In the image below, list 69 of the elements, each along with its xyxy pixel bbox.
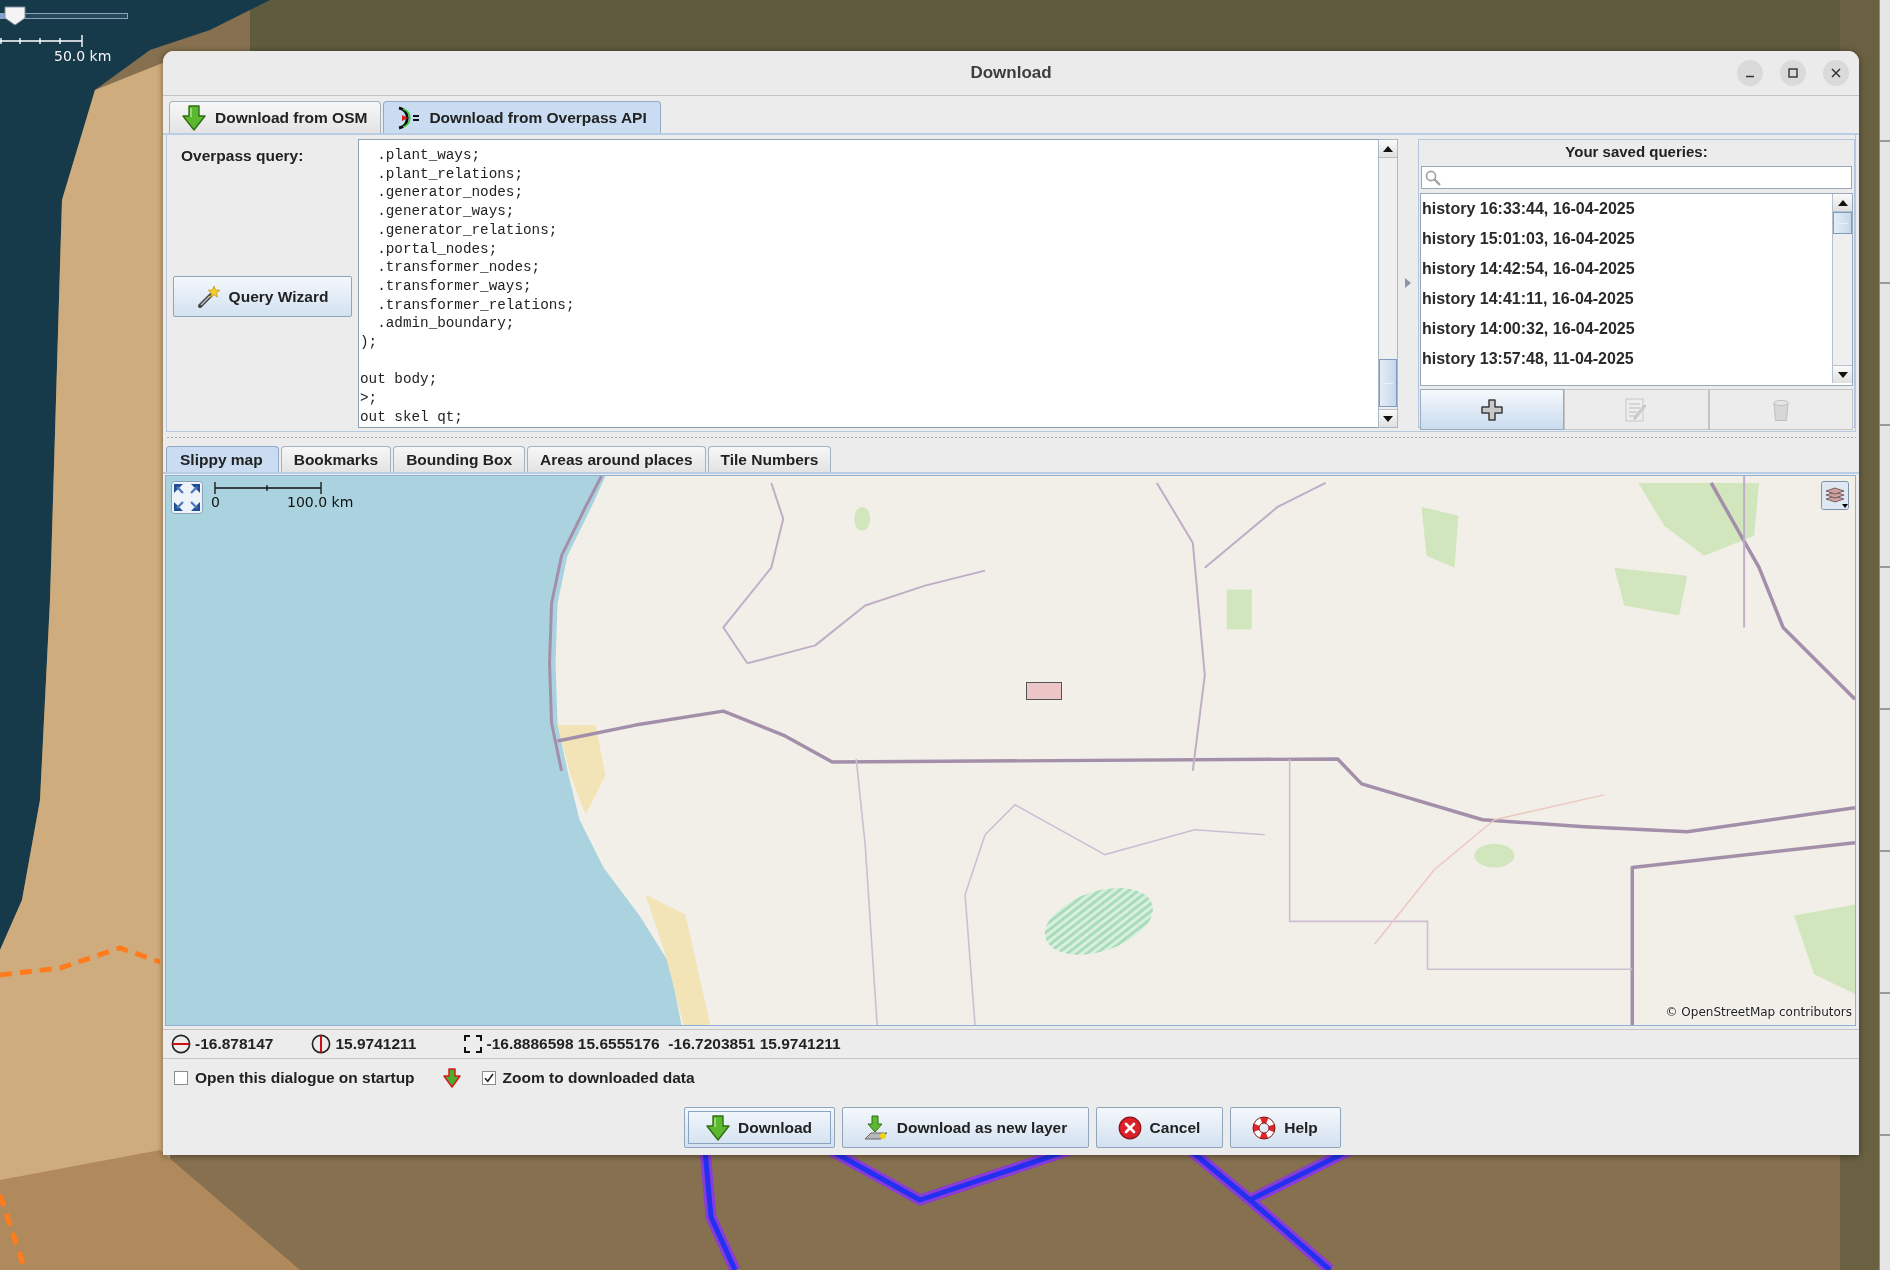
checkbox-label[interactable]: Zoom to downloaded data (502, 1069, 695, 1087)
document-pencil-icon (1625, 397, 1648, 422)
coordinate-text: 15.9741211 (335, 1035, 417, 1053)
fullscreen-icon[interactable] (171, 481, 203, 514)
longitude-icon (311, 1034, 332, 1054)
scrollbar[interactable] (1832, 194, 1852, 383)
x-circle-icon (1117, 1115, 1142, 1140)
expand-arrow-icon[interactable] (1405, 278, 1411, 288)
list-item[interactable]: history 14:42:54, 16-04-2025 (1421, 254, 1832, 284)
panel-title: Your saved queries: (1565, 142, 1708, 162)
query-text-field[interactable]: .plant_ways; .plant_relations; .generator_nodes; .generator_ways; .generator_relations; .portal_nodes; .transformer_nodes; .transformer_ways; .transformer_relations; .admin_boundary; ); out body; >; out skel qt; (358, 139, 1378, 428)
tab[interactable]: Bookmarks (280, 446, 392, 472)
add-button[interactable] (1420, 389, 1565, 430)
layers-icon[interactable] (1821, 481, 1849, 510)
scroll-up-button[interactable] (1833, 194, 1852, 212)
zoom-slider-thumb[interactable] (4, 6, 27, 26)
tab[interactable]: Slippy map (166, 446, 279, 472)
caret-down-icon (1383, 415, 1393, 422)
scroll-down-button[interactable] (1379, 409, 1397, 427)
plus-icon (1480, 397, 1505, 422)
close-button[interactable] (1823, 60, 1849, 86)
list-item[interactable]: history 14:00:32, 16-04-2025 (1421, 314, 1832, 344)
query-wizard-button[interactable]: Query Wizard (173, 276, 352, 317)
caret-down-icon (1837, 371, 1848, 378)
trash-can-icon (1770, 397, 1791, 422)
checkbox[interactable] (174, 1071, 188, 1085)
new-layer-button[interactable]: Download as new layer (841, 1107, 1089, 1148)
lifebuoy-icon (1252, 1115, 1277, 1140)
list-item[interactable]: history 13:57:48, 11-04-2025 (1421, 344, 1832, 374)
coordinate-text: -16.8886598 15.6555176 -16.7203851 15.9741211 (486, 1035, 841, 1053)
tab[interactable]: Tile Numbers (707, 446, 832, 472)
tab[interactable]: Bounding Box (393, 446, 526, 472)
download-arrow-icon (442, 1068, 461, 1088)
tab[interactable]: Download from OSM (169, 101, 382, 133)
search-icon (1425, 169, 1441, 186)
scrollbar-thumb[interactable] (1833, 212, 1852, 234)
caret-up-icon (1837, 199, 1848, 206)
caret-up-icon (1383, 145, 1393, 152)
help-button[interactable]: Help (1229, 1107, 1341, 1148)
checkbox-label[interactable]: Open this dialogue on startup (195, 1069, 415, 1087)
list-item[interactable]: history 15:01:03, 16-04-2025 (1421, 224, 1832, 254)
list-item[interactable]: history 14:41:11, 16-04-2025 (1421, 284, 1832, 314)
bounding-box-icon (464, 1035, 483, 1053)
maximize-button[interactable] (1780, 60, 1806, 86)
selection-rectangle[interactable] (1026, 682, 1062, 700)
scrollbar[interactable] (1378, 139, 1398, 428)
scroll-down-button[interactable] (1833, 365, 1852, 383)
field-label: Overpass query: (181, 147, 304, 165)
attribution-text: © OpenStreetMap contributors (1665, 1005, 1852, 1019)
down-arrow-icon (705, 1114, 730, 1141)
tab[interactable]: Areas around places (527, 446, 706, 472)
download-button[interactable]: Download (683, 1107, 835, 1148)
scale-label: 50.0 km (54, 48, 112, 64)
scale-label: 0 (211, 494, 220, 510)
overpass-icon (396, 105, 421, 130)
cancel-button[interactable]: Cancel (1095, 1107, 1223, 1148)
latitude-icon (171, 1034, 191, 1054)
checkbox[interactable] (481, 1071, 496, 1085)
scrollbar-thumb[interactable] (1379, 359, 1397, 407)
window-title: Download (970, 63, 1052, 83)
scale-label: 100.0 km (287, 494, 354, 510)
tab[interactable]: Download from Overpass API (383, 101, 661, 133)
coordinate-text: -16.878147 (195, 1035, 274, 1053)
arrow-onto-layer-icon (862, 1114, 889, 1141)
search-field[interactable] (1421, 166, 1852, 189)
scroll-up-button[interactable] (1379, 140, 1397, 158)
magic-wand-icon (196, 284, 221, 309)
list-item[interactable]: history 16:33:44, 16-04-2025 (1421, 194, 1832, 224)
down-arrow-icon (182, 104, 206, 131)
